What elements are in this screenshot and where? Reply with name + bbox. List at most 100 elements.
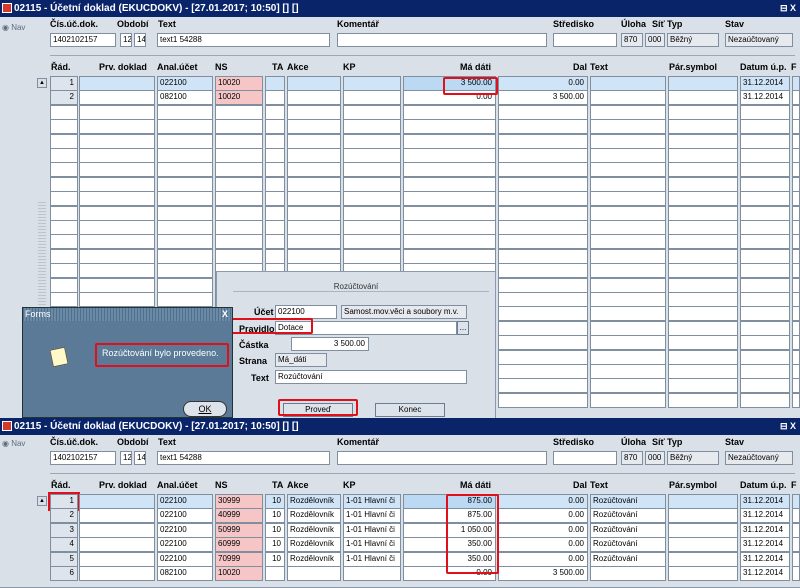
grid-cell-ta[interactable] [265, 90, 285, 105]
grid-cell-akce[interactable] [287, 119, 341, 134]
grid-cell-acct[interactable]: 022100 [157, 508, 213, 523]
grid-cell-date[interactable] [740, 378, 790, 393]
grid-cell-dal[interactable]: 0.00 [498, 494, 588, 509]
grid-cell-ns[interactable]: 10020 [215, 90, 263, 105]
grid-cell-dal[interactable]: 0.00 [498, 523, 588, 538]
grid-cell-dal[interactable] [498, 105, 588, 120]
grid-cell-par[interactable] [668, 76, 738, 91]
grid-cell-dal[interactable] [498, 306, 588, 321]
grid-cell-f[interactable] [792, 292, 800, 307]
grid-cell-text[interactable]: Rozúčtování [590, 508, 666, 523]
grid-cell-text[interactable] [590, 119, 666, 134]
grid-cell-acct[interactable]: 022100 [157, 523, 213, 538]
pravidlo-lookup-button[interactable]: ... [457, 321, 469, 335]
grid-cell-ns[interactable] [215, 119, 263, 134]
grid-cell-acct[interactable]: 082100 [157, 90, 213, 105]
grid-cell-f[interactable] [792, 523, 800, 538]
grid-cell-prv[interactable] [79, 90, 155, 105]
grid-cell-ns[interactable] [215, 191, 263, 206]
grid-cell-date[interactable] [740, 119, 790, 134]
grid-cell-date[interactable] [740, 191, 790, 206]
grid-cell-f[interactable] [792, 249, 800, 264]
grid-cell-ns[interactable] [215, 234, 263, 249]
pravidlo-field[interactable]: Dotace [275, 321, 457, 335]
grid-cell-ns[interactable] [215, 177, 263, 192]
grid-cell-ta[interactable] [265, 234, 285, 249]
grid-cell-prv[interactable] [79, 494, 155, 509]
grid-cell-akce[interactable] [287, 177, 341, 192]
grid-cell-f[interactable] [792, 162, 800, 177]
grid-cell-date[interactable] [740, 278, 790, 293]
grid-cell-date[interactable] [740, 249, 790, 264]
grid-cell-par[interactable] [668, 523, 738, 538]
grid-cell-date[interactable]: 31.12.2014 [740, 552, 790, 567]
komentar-field[interactable] [337, 33, 547, 47]
grid-cell-kp[interactable]: 1-01 Hlavní či [343, 552, 401, 567]
grid-cell-par[interactable] [668, 263, 738, 278]
grid-cell-f[interactable] [792, 206, 800, 221]
grid-cell-f[interactable] [792, 537, 800, 552]
grid-cell-ma-dati[interactable]: 3 500.00 [403, 76, 496, 91]
grid-cell-kp[interactable] [343, 220, 401, 235]
grid-cell-par[interactable] [668, 177, 738, 192]
grid-cell-par[interactable] [668, 378, 738, 393]
grid-cell-par[interactable] [668, 335, 738, 350]
grid-cell-date[interactable] [740, 321, 790, 336]
grid-cell-dal[interactable] [498, 148, 588, 163]
grid-cell-acct[interactable] [157, 234, 213, 249]
grid-cell-date[interactable] [740, 364, 790, 379]
grid-cell-par[interactable] [668, 393, 738, 408]
grid-cell-text[interactable]: Rozúčtování [590, 537, 666, 552]
grid-cell-acct[interactable] [157, 278, 213, 293]
grid-cell-ns[interactable] [215, 148, 263, 163]
grid-cell-ns[interactable] [215, 134, 263, 149]
grid-cell-dal[interactable] [498, 162, 588, 177]
period-field[interactable]: 12 [120, 33, 132, 47]
grid-cell-akce[interactable] [287, 191, 341, 206]
grid-cell-akce[interactable] [287, 234, 341, 249]
grid-cell-acct[interactable] [157, 249, 213, 264]
grid-cell-ta[interactable]: 10 [265, 537, 285, 552]
grid-cell-ta[interactable] [265, 148, 285, 163]
grid-cell-f[interactable] [792, 364, 800, 379]
grid-cell-text[interactable] [590, 220, 666, 235]
grid-cell-par[interactable] [668, 537, 738, 552]
grid-cell-dal[interactable] [498, 321, 588, 336]
grid-cell-prv[interactable] [79, 552, 155, 567]
grid-cell-acct[interactable]: 082100 [157, 566, 213, 581]
grid-cell-ta[interactable]: 10 [265, 552, 285, 567]
grid-cell-kp[interactable]: 1-01 Hlavní či [343, 508, 401, 523]
grid-cell-kp[interactable] [343, 162, 401, 177]
grid-cell-dal[interactable] [498, 234, 588, 249]
grid-cell-ns[interactable] [215, 249, 263, 264]
grid-cell-prv[interactable] [79, 263, 155, 278]
doc-text-field[interactable]: text1 54288 [157, 451, 330, 465]
grid-cell-par[interactable] [668, 494, 738, 509]
grid-cell-prv[interactable] [79, 249, 155, 264]
grid-cell-text[interactable] [590, 177, 666, 192]
grid-cell-date[interactable]: 31.12.2014 [740, 508, 790, 523]
grid-cell-dal[interactable] [498, 206, 588, 221]
grid-cell-akce[interactable]: Rozdělovník [287, 552, 341, 567]
grid-cell-prv[interactable] [79, 105, 155, 120]
grid-cell-par[interactable] [668, 552, 738, 567]
grid-cell-par[interactable] [668, 234, 738, 249]
grid-cell-ma-dati[interactable]: 350.00 [403, 537, 496, 552]
grid-cell-ma-dati[interactable]: 0.00 [403, 566, 496, 581]
grid-cell-akce[interactable] [287, 249, 341, 264]
grid-cell-kp[interactable]: 1-01 Hlavní či [343, 537, 401, 552]
grid-cell-prv[interactable] [79, 206, 155, 221]
grid-cell-f[interactable] [792, 393, 800, 408]
grid-cell-ma-dati[interactable]: 875.00 [403, 508, 496, 523]
grid-cell-text[interactable] [590, 393, 666, 408]
grid-cell-date[interactable] [740, 105, 790, 120]
grid-cell-par[interactable] [668, 206, 738, 221]
grid-cell-akce[interactable] [287, 566, 341, 581]
grid-cell-ns[interactable]: 30999 [215, 494, 263, 509]
grid-cell-text[interactable] [590, 378, 666, 393]
nav-button[interactable]: ◉ Nav [0, 23, 28, 32]
window-controls[interactable]: ⊟ X [780, 418, 796, 435]
text-field[interactable]: Rozúčtování [275, 370, 467, 384]
grid-cell-text[interactable]: Rozúčtování [590, 494, 666, 509]
castka-field[interactable]: 3 500.00 [291, 337, 369, 351]
